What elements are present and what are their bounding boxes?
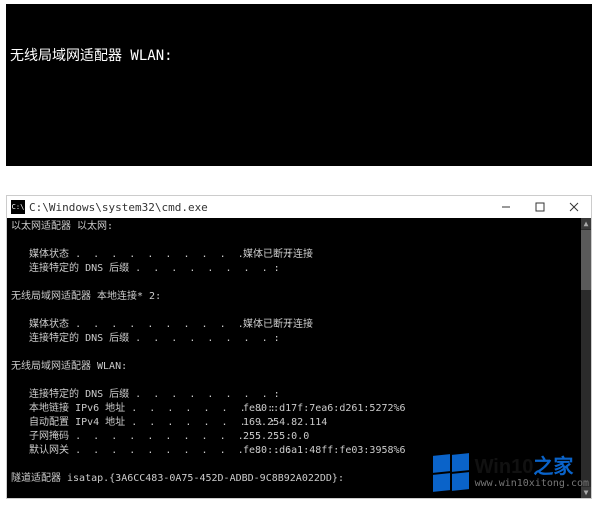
- cmd-window: C:\Windows\system32\cmd.exe 以太网适配器 以太网: …: [6, 195, 592, 499]
- cfg-label: 连接特定的 DNS 后缀 . . . . . . . . :: [11, 263, 280, 274]
- cfg-row: 连接特定的 DNS 后缀 . . . . . . . . :: [11, 262, 577, 276]
- blank-line: [11, 234, 577, 248]
- cfg-row: 本地链接 IPv6 地址 . . . . . . . . :fe80::d17f…: [11, 402, 577, 416]
- cfg-row: 自动配置 IPv4 地址 . . . . . . . . :169.254.82…: [11, 416, 577, 430]
- cfg-value: 媒体已断开连接: [243, 248, 313, 262]
- titlebar[interactable]: C:\Windows\system32\cmd.exe: [7, 196, 591, 219]
- scroll-down-arrow[interactable]: ▼: [581, 487, 591, 498]
- maximize-button[interactable]: [523, 196, 557, 218]
- cfg-label: 自动配置 IPv4 地址 . . . . . . . . :: [11, 417, 276, 428]
- cfg-row: 连接特定的 DNS 后缀 . . . . . . . . :: [11, 388, 577, 402]
- blank-line: [11, 374, 577, 388]
- window-title: C:\Windows\system32\cmd.exe: [29, 201, 489, 214]
- adapter-header: 无线局域网适配器 WLAN:: [10, 46, 588, 66]
- cfg-value: fe80::d17f:7ea6:d261:5272%6: [243, 402, 406, 416]
- adapter-header: 以太网适配器 以太网:: [11, 220, 577, 234]
- scroll-thumb[interactable]: [581, 230, 591, 290]
- cfg-row: 媒体状态 . . . . . . . . . . . . :媒体已断开连接: [11, 318, 577, 332]
- cmd-icon: [11, 200, 25, 214]
- cfg-value: fe80::d6a1:48ff:fe03:3958%6: [243, 444, 406, 458]
- adapter-header: 无线局域网适配器 WLAN:: [11, 360, 577, 374]
- blank-line: [10, 106, 588, 126]
- close-button[interactable]: [557, 196, 591, 218]
- minimize-button[interactable]: [489, 196, 523, 218]
- cfg-label: 本地链接 IPv6 地址 . . . . . . . . :: [11, 403, 276, 414]
- cfg-value: 媒体已断开连接: [243, 318, 313, 332]
- blank-line: [11, 276, 577, 290]
- blank-line: [11, 346, 577, 360]
- console-output-top: 无线局域网适配器 WLAN: 连接特定的 DNS 后缀 . . . . . . …: [6, 4, 592, 166]
- console-output[interactable]: 以太网适配器 以太网: 媒体状态 . . . . . . . . . . . .…: [7, 218, 581, 498]
- cfg-row: 默认网关 . . . . . . . . . . . . :fe80::d6a1…: [11, 444, 577, 458]
- scroll-up-arrow[interactable]: ▲: [581, 218, 591, 229]
- cfg-row: 连接特定的 DNS 后缀 . . . . . . . . :: [11, 332, 577, 346]
- blank-line: [11, 458, 577, 472]
- cfg-row: 媒体状态 . . . . . . . . . . . . :媒体已断开连接: [11, 248, 577, 262]
- cfg-label: 连接特定的 DNS 后缀 . . . . . . . . :: [11, 389, 280, 400]
- adapter-header: 隧道适配器 isatap.{3A6CC483-0A75-452D-ADBD-9C…: [11, 472, 577, 486]
- adapter-header: 无线局域网适配器 本地连接* 2:: [11, 290, 577, 304]
- cfg-row: 子网掩码 . . . . . . . . . . . . :255.255.0.…: [11, 430, 577, 444]
- window-controls: [489, 196, 591, 218]
- cfg-value: 255.255.0.0: [243, 430, 309, 444]
- vertical-scrollbar[interactable]: ▲ ▼: [581, 218, 591, 498]
- blank-line: [11, 304, 577, 318]
- blank-line: [11, 486, 577, 498]
- cfg-label: 连接特定的 DNS 后缀 . . . . . . . . :: [11, 333, 280, 344]
- cfg-value: 169.254.82.114: [243, 416, 327, 430]
